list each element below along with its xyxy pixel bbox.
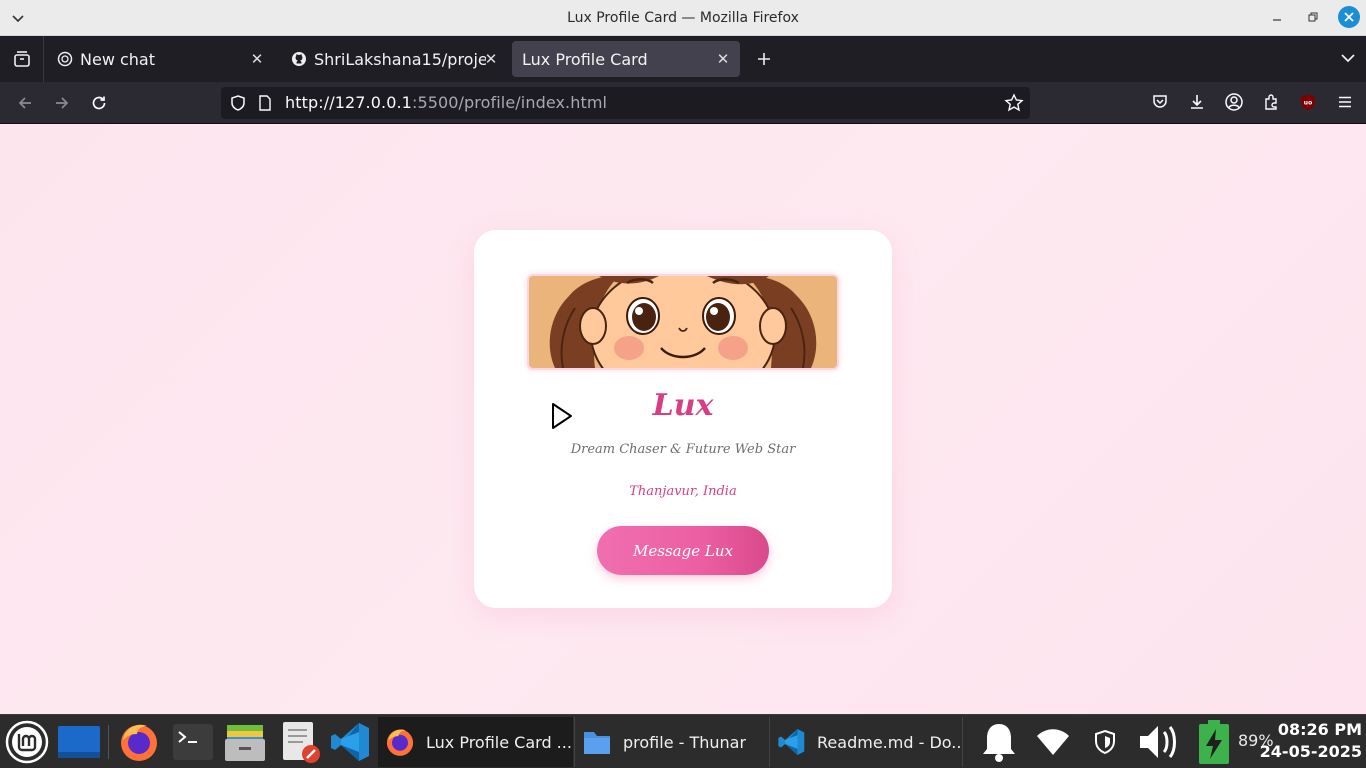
url-text[interactable]: http://127.0.0.1:5500/profile/index.html bbox=[285, 93, 607, 112]
window-title: Lux Profile Card — Mozilla Firefox bbox=[567, 9, 799, 26]
firefox-view-icon[interactable] bbox=[0, 36, 44, 82]
url-path: :5500/profile/index.html bbox=[411, 93, 608, 112]
taskbar-window-label: profile - Thunar bbox=[623, 732, 747, 752]
firefox-launcher-icon[interactable] bbox=[116, 719, 162, 765]
tab-github[interactable]: ShriLakshana15/project ✕ bbox=[280, 41, 508, 77]
profile-location: Thanjavur, India bbox=[629, 484, 737, 499]
battery-charging-icon[interactable] bbox=[1192, 719, 1236, 765]
extensions-puzzle-icon[interactable] bbox=[1260, 91, 1282, 113]
close-tab-icon[interactable]: ✕ bbox=[714, 50, 732, 68]
menu-hamburger-icon[interactable] bbox=[1334, 91, 1356, 113]
notifications-bell-icon[interactable] bbox=[976, 719, 1022, 765]
close-window-icon[interactable] bbox=[1338, 6, 1360, 28]
bookmark-star-icon[interactable] bbox=[1004, 93, 1024, 117]
close-tab-icon[interactable]: ✕ bbox=[248, 50, 266, 68]
restore-icon[interactable] bbox=[1302, 6, 1324, 28]
list-all-tabs-chevron-icon[interactable] bbox=[1340, 50, 1356, 70]
clock-date: 24-05-2025 bbox=[1259, 742, 1362, 761]
profile-name: Lux bbox=[652, 388, 714, 423]
cartoon-girl-face-illustration bbox=[529, 276, 837, 368]
window-menu-chevron-icon[interactable] bbox=[10, 10, 26, 26]
address-bar[interactable]: http://127.0.0.1:5500/profile/index.html bbox=[221, 87, 1030, 119]
system-taskbar: Lux Profile Card ... profile - Thunar Re… bbox=[0, 714, 1366, 768]
new-tab-plus-icon[interactable] bbox=[746, 41, 782, 77]
clock[interactable]: 08:26 PM 24-05-2025 bbox=[1260, 719, 1362, 763]
page-viewport: Lux Dream Chaser & Future Web Star Thanj… bbox=[0, 124, 1366, 714]
navigation-toolbar: http://127.0.0.1:5500/profile/index.html… bbox=[0, 82, 1366, 124]
terminal-icon[interactable] bbox=[170, 719, 216, 765]
account-icon[interactable] bbox=[1223, 91, 1245, 113]
forward-arrow-icon[interactable] bbox=[51, 92, 73, 114]
profile-avatar-banner bbox=[527, 274, 839, 370]
shield-icon[interactable] bbox=[229, 94, 247, 116]
close-tab-icon[interactable]: ✕ bbox=[482, 50, 500, 68]
vscode-icon bbox=[776, 726, 807, 758]
text-editor-icon[interactable] bbox=[276, 719, 322, 765]
security-shield-icon[interactable] bbox=[1084, 719, 1126, 765]
taskbar-window-firefox[interactable]: Lux Profile Card ... bbox=[378, 717, 573, 767]
window-titlebar: Lux Profile Card — Mozilla Firefox bbox=[0, 0, 1366, 36]
vscode-launcher-icon[interactable] bbox=[328, 719, 374, 765]
url-host: http://127.0.0.1 bbox=[285, 93, 412, 112]
github-icon bbox=[290, 50, 308, 68]
tab-strip: New chat ✕ ShriLakshana15/project ✕ Lux … bbox=[0, 36, 1366, 82]
tab-lux-profile-card[interactable]: Lux Profile Card ✕ bbox=[512, 41, 740, 77]
svg-text:uo: uo bbox=[1304, 100, 1312, 107]
file-manager-icon[interactable] bbox=[222, 719, 268, 765]
message-lux-button[interactable]: Message Lux bbox=[597, 526, 769, 575]
profile-tagline: Dream Chaser & Future Web Star bbox=[570, 442, 796, 457]
taskbar-window-thunar[interactable]: profile - Thunar bbox=[574, 717, 768, 767]
tab-new-chat[interactable]: New chat ✕ bbox=[46, 41, 274, 77]
linux-mint-menu-icon[interactable] bbox=[4, 719, 50, 765]
reload-icon[interactable] bbox=[88, 92, 110, 114]
tab-label: New chat bbox=[80, 49, 155, 69]
pocket-icon[interactable] bbox=[1149, 91, 1171, 113]
show-desktop-icon[interactable] bbox=[56, 719, 102, 765]
firefox-icon bbox=[384, 726, 416, 758]
clock-time: 08:26 PM bbox=[1277, 720, 1362, 739]
minimize-icon[interactable] bbox=[1266, 6, 1288, 28]
ublock-origin-icon[interactable]: uo bbox=[1297, 91, 1319, 113]
folder-icon bbox=[581, 726, 613, 758]
wifi-icon[interactable] bbox=[1032, 719, 1074, 765]
taskbar-window-label: Readme.md - Do... bbox=[817, 732, 962, 752]
back-arrow-icon[interactable] bbox=[14, 92, 36, 114]
tab-label: Lux Profile Card bbox=[522, 49, 648, 69]
chat-icon bbox=[56, 50, 74, 68]
downloads-icon[interactable] bbox=[1186, 91, 1208, 113]
mouse-pointer-icon bbox=[552, 403, 572, 429]
taskbar-window-vscode[interactable]: Readme.md - Do... bbox=[769, 717, 963, 767]
volume-speaker-icon[interactable] bbox=[1136, 719, 1182, 765]
tab-label: ShriLakshana15/project bbox=[314, 49, 486, 69]
profile-card: Lux Dream Chaser & Future Web Star Thanj… bbox=[474, 230, 892, 608]
page-info-icon[interactable] bbox=[257, 94, 273, 116]
taskbar-window-label: Lux Profile Card ... bbox=[426, 732, 572, 752]
